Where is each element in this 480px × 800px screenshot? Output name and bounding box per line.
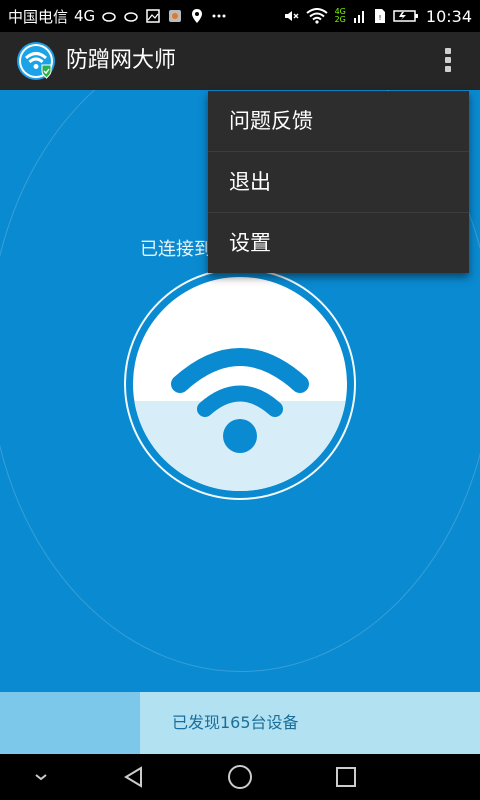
overflow-menu: 问题反馈 退出 设置 xyxy=(208,91,469,273)
menu-item-feedback[interactable]: 问题反馈 xyxy=(208,91,469,152)
network-type: 4G xyxy=(74,7,96,25)
device-scan-bar[interactable]: 已发现165台设备 xyxy=(0,692,480,754)
network-type-stack: 4G 2G xyxy=(335,8,346,24)
menu-item-exit[interactable]: 退出 xyxy=(208,152,469,213)
status-left: 中国电信 4G xyxy=(8,0,227,32)
scan-progress-block xyxy=(0,692,140,754)
devices-found-text: 已发现165台设备 xyxy=(172,713,299,732)
sim-icon: ! xyxy=(374,9,385,23)
wifi-icon xyxy=(171,348,309,453)
location-icon xyxy=(192,9,203,23)
cell-signal-icon xyxy=(353,11,364,23)
mute-icon xyxy=(284,11,299,21)
more-notifications-icon xyxy=(212,14,226,18)
cloud-icon xyxy=(124,12,138,22)
back-triangle-icon xyxy=(124,766,142,788)
recents-square-icon xyxy=(336,767,356,787)
back-button[interactable] xyxy=(116,754,152,800)
app-title: 防蹭网大师 xyxy=(66,48,177,73)
wifi-signal-icon xyxy=(305,8,328,24)
hide-keyboard-button[interactable] xyxy=(26,754,56,800)
carrier-label: 中国电信 xyxy=(8,7,69,26)
home-button[interactable] xyxy=(222,754,258,800)
wifi-status-circle[interactable] xyxy=(133,277,347,491)
nav-bar xyxy=(0,754,480,800)
recents-button[interactable] xyxy=(328,754,364,800)
cloud-icon xyxy=(102,12,116,22)
battery-icon xyxy=(393,10,418,22)
svg-text:!: ! xyxy=(378,14,381,22)
status-right: 4G 2G ! 10:34 xyxy=(283,0,472,32)
net-type-bottom: 2G xyxy=(334,15,346,24)
chevron-down-icon xyxy=(35,774,47,781)
connection-status: 已连接到 xyxy=(140,239,212,260)
app-bar: 防蹭网大师 xyxy=(0,32,480,90)
image-icon xyxy=(146,9,160,23)
wifi-shield-icon xyxy=(17,42,55,80)
menu-item-settings[interactable]: 设置 xyxy=(208,213,469,273)
clock: 10:34 xyxy=(425,6,472,26)
status-bar: 中国电信 4G 4G 2G ! 10:34 xyxy=(0,0,480,32)
home-circle-icon xyxy=(228,765,252,789)
more-vert-icon[interactable] xyxy=(442,45,454,77)
app-notification-icon xyxy=(169,10,182,22)
